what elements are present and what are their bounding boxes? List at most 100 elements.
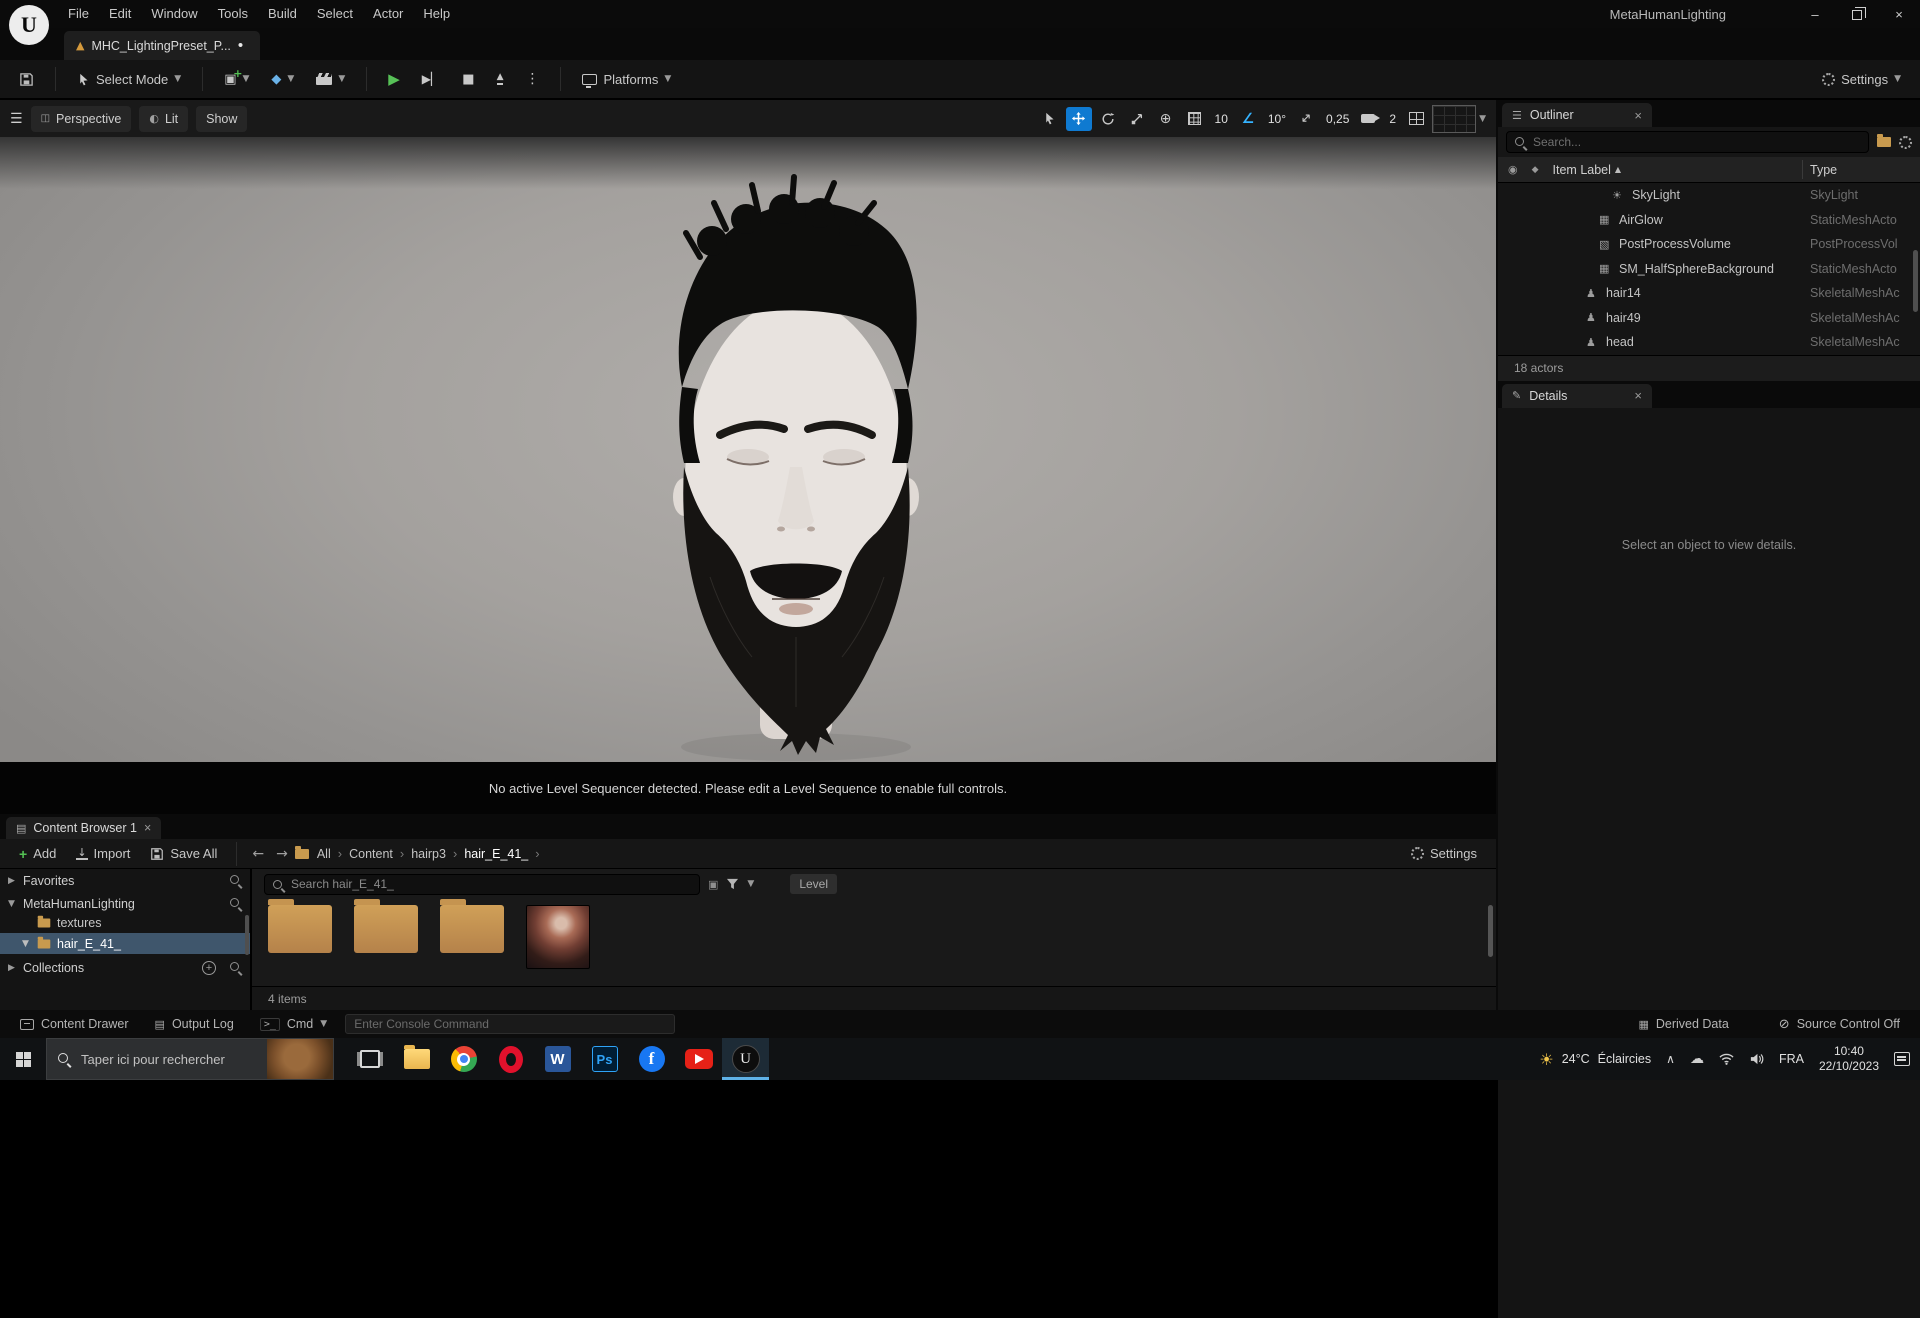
perspective-dropdown[interactable]: ◫ Perspective xyxy=(30,105,132,132)
play-button[interactable]: ▶ xyxy=(379,64,409,94)
action-center-icon[interactable] xyxy=(1894,1052,1910,1066)
viewport-layout-button[interactable] xyxy=(1403,107,1429,131)
derived-data-button[interactable]: ▦ Derived Data xyxy=(1630,1017,1736,1031)
select-tool-button[interactable] xyxy=(1037,107,1063,131)
add-collection-icon[interactable]: + xyxy=(202,960,216,975)
eject-button[interactable]: ▲ xyxy=(488,64,513,94)
camera-speed-value[interactable]: 2 xyxy=(1385,112,1400,126)
chevron-down-icon[interactable]: ▼ xyxy=(1479,114,1486,124)
favorites-section[interactable]: ▶ Favorites xyxy=(0,869,250,892)
blueprints-dropdown[interactable]: ◆ ▼ xyxy=(262,64,303,94)
outliner-search-input[interactable] xyxy=(1507,132,1868,152)
viewport-render-area[interactable] xyxy=(0,137,1496,762)
column-type[interactable]: Type xyxy=(1810,163,1837,177)
grid-scrollbar[interactable] xyxy=(1488,905,1493,957)
output-log-button[interactable]: ▤ Output Log xyxy=(147,1017,242,1031)
grid-snap-toggle[interactable] xyxy=(1182,107,1208,131)
save-all-button[interactable]: Save All xyxy=(141,839,226,869)
import-button[interactable]: ↓ Import xyxy=(67,839,139,869)
network-wifi-icon[interactable] xyxy=(1719,1053,1734,1065)
rotation-snap-value[interactable]: 10° xyxy=(1264,112,1290,126)
viewport-preview-thumbnail[interactable] xyxy=(1432,104,1477,133)
move-tool-button[interactable] xyxy=(1065,106,1092,131)
outliner-row-hair14[interactable]: ♟ hair14 SkeletalMeshAc xyxy=(1498,281,1920,306)
search-icon[interactable] xyxy=(229,897,242,910)
outliner-row-AirGlow[interactable]: ▦ AirGlow StaticMeshActo xyxy=(1498,208,1920,233)
collections-section[interactable]: ▶ Collections + xyxy=(0,956,250,979)
taskbar-app-photoshop[interactable] xyxy=(581,1038,628,1080)
tray-expand-icon[interactable]: ∧ xyxy=(1666,1052,1675,1066)
menu-actor[interactable]: Actor xyxy=(363,0,413,28)
content-item-folder[interactable] xyxy=(354,899,418,953)
close-icon[interactable]: × xyxy=(1634,108,1642,123)
camera-speed-button[interactable] xyxy=(1356,107,1382,131)
outliner-scrollbar[interactable] xyxy=(1913,250,1918,312)
search-highlight-photo[interactable] xyxy=(267,1039,333,1079)
minimize-button[interactable]: – xyxy=(1794,0,1836,28)
content-item-folder[interactable] xyxy=(268,899,332,953)
save-search-icon[interactable]: ▣ xyxy=(708,878,718,891)
search-icon[interactable] xyxy=(229,961,242,974)
breadcrumb-hair_E_41_[interactable]: hair_E_41_ xyxy=(464,847,528,861)
add-actor-dropdown[interactable]: ▣▼ xyxy=(215,64,258,94)
breadcrumb-All[interactable]: All xyxy=(317,847,331,861)
menu-select[interactable]: Select xyxy=(307,0,363,28)
taskbar-app-word[interactable] xyxy=(534,1038,581,1080)
menu-file[interactable]: File xyxy=(58,0,99,28)
taskbar-app-facebook[interactable] xyxy=(628,1038,675,1080)
level-viewport[interactable]: ☰ ◫ Perspective ◐ Lit Show ⊕ 10 ∠ 10° ↔ … xyxy=(0,100,1496,762)
folder-tree-item-textures[interactable]: textures xyxy=(0,912,250,933)
filter-funnel-icon[interactable] xyxy=(726,878,739,890)
back-arrow-icon[interactable]: ← xyxy=(247,846,269,862)
content-item-folder[interactable] xyxy=(440,899,504,953)
view-mode-dropdown[interactable]: ◐ Lit xyxy=(139,105,189,132)
taskbar-app-task-view[interactable] xyxy=(346,1038,393,1080)
taskbar-clock[interactable]: 10:40 22/10/2023 xyxy=(1819,1044,1879,1074)
details-tab[interactable]: ✎ Details × xyxy=(1502,383,1652,408)
content-drawer-button[interactable]: Content Drawer xyxy=(12,1017,137,1031)
breadcrumb-hairp3[interactable]: hairp3 xyxy=(411,847,446,861)
editor-settings-dropdown[interactable]: Settings ▼ xyxy=(1813,64,1910,94)
source-control-button[interactable]: ⊘ Source Control Off xyxy=(1771,1017,1908,1032)
restore-button[interactable] xyxy=(1836,0,1878,28)
language-indicator[interactable]: FRA xyxy=(1779,1052,1804,1066)
menu-build[interactable]: Build xyxy=(258,0,307,28)
search-icon[interactable] xyxy=(229,874,242,887)
weather-widget[interactable]: ☀ 24°C Éclaircies xyxy=(1539,1050,1651,1069)
breadcrumb-Content[interactable]: Content xyxy=(349,847,393,861)
taskbar-app-file-explorer[interactable] xyxy=(393,1038,440,1080)
content-browser-settings[interactable]: Settings xyxy=(1402,839,1486,869)
taskbar-search-box[interactable] xyxy=(46,1038,334,1080)
rotate-tool-button[interactable] xyxy=(1095,107,1121,131)
close-icon[interactable]: × xyxy=(1634,388,1642,403)
visibility-eye-icon[interactable]: ◉ xyxy=(1508,163,1518,176)
world-space-button[interactable]: ⊕ xyxy=(1153,107,1179,131)
console-command-input[interactable] xyxy=(345,1014,676,1034)
sidebar-scrollbar[interactable] xyxy=(245,915,249,955)
outliner-row-hair49[interactable]: ♟ hair49 SkeletalMeshAc xyxy=(1498,306,1920,331)
menu-help[interactable]: Help xyxy=(413,0,460,28)
platforms-dropdown[interactable]: Platforms ▼ xyxy=(573,64,680,94)
asset-tab[interactable]: ▲ MHC_LightingPreset_P... • xyxy=(64,31,260,60)
add-button[interactable]: + Add xyxy=(10,839,65,869)
menu-edit[interactable]: Edit xyxy=(99,0,141,28)
save-button[interactable] xyxy=(10,64,43,94)
folder-tree-item-hair_E_41_[interactable]: ▼ hair_E_41_ xyxy=(0,933,250,954)
select-mode-dropdown[interactable]: Select Mode ▼ xyxy=(68,64,190,94)
content-browser-tab[interactable]: ▤ Content Browser 1 × xyxy=(6,817,162,839)
rotation-snap-toggle[interactable]: ∠ xyxy=(1235,107,1261,131)
outliner-tab[interactable]: ☰ Outliner × xyxy=(1502,103,1652,127)
taskbar-app-unreal-engine[interactable] xyxy=(722,1038,769,1080)
grid-snap-value[interactable]: 10 xyxy=(1211,112,1232,126)
cinematics-dropdown[interactable]: ▼ xyxy=(307,64,354,94)
scale-snap-toggle[interactable]: ↔ xyxy=(1293,107,1319,131)
menu-tools[interactable]: Tools xyxy=(208,0,258,28)
forward-arrow-icon[interactable]: → xyxy=(271,846,293,862)
close-icon[interactable]: × xyxy=(144,821,151,835)
pin-icon[interactable]: ◆ xyxy=(1532,165,1539,175)
taskbar-app-chrome[interactable] xyxy=(440,1038,487,1080)
taskbar-app-opera[interactable] xyxy=(487,1038,534,1080)
stop-button[interactable]: ■ xyxy=(453,64,483,94)
volume-icon[interactable] xyxy=(1749,1052,1764,1066)
cmd-dropdown[interactable]: >_ Cmd ▼ xyxy=(252,1017,335,1031)
